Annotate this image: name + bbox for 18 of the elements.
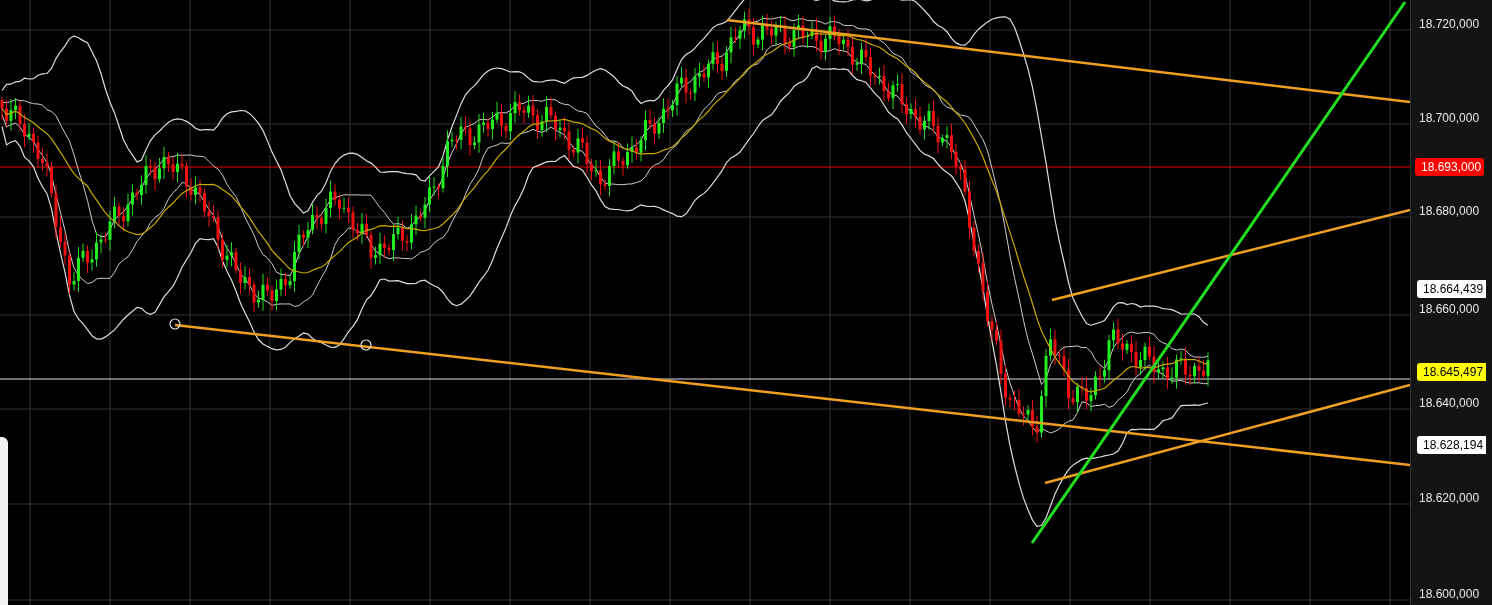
axis-label: 18.620,000 bbox=[1419, 491, 1480, 505]
price-marker: 18.645,497 bbox=[1417, 363, 1487, 381]
price-marker: 18.664,439 bbox=[1417, 280, 1487, 298]
trendline[interactable] bbox=[1030, 1, 1407, 544]
trendline[interactable] bbox=[1044, 383, 1410, 485]
axis-label: 18.720,000 bbox=[1419, 17, 1480, 31]
trendline[interactable] bbox=[174, 323, 1410, 467]
axis-label: 18.680,000 bbox=[1419, 204, 1480, 218]
anchor-handle[interactable] bbox=[169, 318, 181, 330]
price-marker: 18.628,194 bbox=[1417, 436, 1487, 454]
price-marker: 18.693,000 bbox=[1415, 158, 1485, 176]
trendline[interactable] bbox=[1051, 208, 1410, 302]
axis-label: 18.660,000 bbox=[1419, 302, 1480, 316]
trendline[interactable] bbox=[726, 18, 1410, 104]
axis-label: 18.640,000 bbox=[1419, 396, 1480, 410]
axis-label: 18.700,000 bbox=[1419, 111, 1480, 125]
axis-label: 18.600,000 bbox=[1419, 587, 1480, 601]
anchor-handle[interactable] bbox=[360, 339, 372, 351]
